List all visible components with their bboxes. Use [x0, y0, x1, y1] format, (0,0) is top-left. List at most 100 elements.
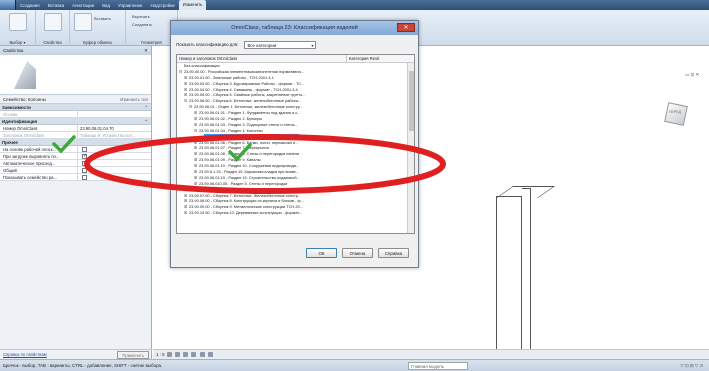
- tree-node-label: 23.90.06.01 - Отдел 1. Бетонные, железоб…: [194, 104, 303, 110]
- help-button[interactable]: Справка: [378, 248, 409, 258]
- view-scale[interactable]: 1 : 5: [156, 352, 165, 357]
- show-family-checkbox[interactable]: [82, 175, 87, 180]
- modify-tool-icon[interactable]: [9, 13, 27, 31]
- tree-node-label: 23.90.01.00 - Земляные работы . ТСН-2001…: [189, 74, 274, 80]
- column-front-face[interactable]: [496, 196, 522, 371]
- ribbon-group-label: Буфер обмена: [83, 40, 112, 45]
- tree-node-label: 23.90.04.00 - Сборник 4. Скважины - форм…: [189, 86, 298, 92]
- omniclass-tree[interactable]: Номер и заголовок OmniClass Категория Re…: [176, 54, 415, 234]
- chevron-down-icon: ▾: [311, 43, 314, 48]
- hide-isolate-icon[interactable]: [207, 352, 213, 358]
- tree-node-label: 23.90.06.01.02 - Раздел 2. Бункеры: [199, 116, 263, 122]
- shared-checkbox[interactable]: [82, 168, 87, 173]
- property-key: Автоматическое присоед...: [0, 160, 78, 166]
- close-icon[interactable]: ✕: [144, 46, 148, 55]
- properties-footer: Справка по свойствам Применить: [0, 349, 152, 359]
- tab-manage[interactable]: Управление: [114, 3, 146, 8]
- tree-node-label: 23.90.06.010.05 - Раздел 5. Стены и пере…: [199, 180, 288, 186]
- type-preview: [0, 55, 151, 95]
- property-row-work-plane: На основе рабочей плоск...: [0, 146, 151, 153]
- tree-node-label: 23.90.06.00 - Сборник 6. Бетонные, желез…: [189, 98, 302, 104]
- column-header-category[interactable]: Категория Revit: [347, 55, 414, 62]
- active-model-selector[interactable]: Главная модель: [408, 362, 468, 370]
- window-controls[interactable]: ▭ ⊡ ✕: [685, 72, 699, 78]
- category-dependencies[interactable]: Зависимости ⌃: [0, 104, 151, 111]
- dialog-title-text: OmniClass, таблица 23: Классификация изд…: [231, 25, 358, 31]
- tab-addins[interactable]: Надстройки: [146, 3, 178, 8]
- tab-create[interactable]: Создание: [16, 3, 44, 8]
- tab-modify[interactable]: Изменить: [178, 0, 207, 10]
- ribbon-tab-bar: Создание Вставка Аннотации Вид Управлени…: [0, 0, 709, 10]
- ribbon-group-select: Выбор ▾: [0, 10, 36, 46]
- omniclass-number-field[interactable]: 23.90.06.01.04.70: [78, 125, 151, 131]
- cancel-button[interactable]: Отмена: [342, 248, 373, 258]
- scrollbar-thumb[interactable]: [409, 71, 414, 131]
- tree-node[interactable]: ⊞ 23.90.10.00 - Сборник 10. Деревянные ко…: [177, 210, 402, 216]
- omniclass-title-field: Таблица 9. Устройство кол...: [80, 133, 136, 138]
- family-selector[interactable]: Семейство: Колонны Изменить тип: [0, 95, 151, 104]
- shadows-icon[interactable]: [191, 352, 197, 358]
- tree-node-label: 23.90.06.01.07 - Раздел 7. Перекрытия: [199, 145, 269, 151]
- tree-node-label: 23.90.09.00 - Сборник 9. Металлические к…: [189, 204, 304, 210]
- tree-node-label: 23.90.06.01.06 - Раздел 6. Балки, погон,…: [199, 139, 299, 145]
- column-header-number[interactable]: Номер и заголовок OmniClass: [177, 55, 347, 62]
- property-row-omniclass-title: Заголовок OmniClass Таблица 9. Устройство…: [0, 132, 151, 139]
- apply-button[interactable]: Применить: [117, 351, 149, 359]
- omniclass-dialog: OmniClass, таблица 23: Классификация изд…: [170, 20, 419, 268]
- tree-node-label: 23.90.6.1.15 - Раздел 15. Каркасная клад…: [199, 169, 299, 175]
- property-row-auto-cut: Автоматическое присоед...: [0, 160, 151, 167]
- properties-help-link[interactable]: Справка по свойствам: [3, 352, 47, 357]
- close-icon[interactable]: ✕: [397, 23, 415, 32]
- tree-node-label: Без классификации: [184, 63, 220, 68]
- sun-path-icon[interactable]: [183, 352, 189, 358]
- properties-palette: Свойства ✕ Семейство: Колонны Изменить т…: [0, 46, 152, 359]
- view-control-bar: 1 : 5: [153, 349, 709, 359]
- detail-level-icon[interactable]: [166, 352, 172, 358]
- edit-type-button[interactable]: Изменить тип: [120, 95, 148, 104]
- property-key: При загрузке выровнять по...: [0, 153, 78, 159]
- tab-view[interactable]: Вид: [98, 3, 114, 8]
- properties-icon[interactable]: [44, 13, 62, 31]
- filter-row: Показать классификацию для: Все категори…: [176, 41, 317, 49]
- work-plane-checkbox[interactable]: [82, 147, 87, 152]
- property-row-omniclass-number: Номер OmniClass 23.90.06.01.04.70: [0, 125, 151, 132]
- tree-node-label: 23.90.06.01.04 - Раздел 4. Колонны: [199, 127, 263, 133]
- vertical-checkbox[interactable]: [82, 153, 87, 159]
- viewcube-icon[interactable]: [664, 102, 688, 126]
- category-label: Прочее: [2, 140, 18, 145]
- paste-label[interactable]: Вставить: [94, 16, 111, 21]
- filter-value: Все категории: [247, 43, 277, 48]
- tree-node-label: 23.90.10.00 - Сборник 10. Деревянные кон…: [189, 210, 303, 216]
- property-row-shared: Общий: [0, 167, 151, 174]
- status-bar: Щелчок - выбор, TAB - варианты, CTRL - д…: [0, 359, 709, 371]
- family-selector-label: Семейство: Колонны: [3, 97, 46, 102]
- category-label: Идентификация: [2, 119, 38, 124]
- ribbon-group-properties: Свойства: [36, 10, 70, 46]
- column-side-face[interactable]: [522, 188, 531, 371]
- crop-view-icon[interactable]: [199, 352, 205, 358]
- visual-style-icon[interactable]: [175, 352, 181, 358]
- tree-node-label: 23.90.06.01.03 - Раздел 3. Подпорные сте…: [199, 121, 298, 127]
- column-thumbnail-icon: [14, 61, 36, 89]
- paste-icon[interactable]: [74, 13, 92, 31]
- properties-title: Свойства ✕: [0, 46, 151, 55]
- join-button[interactable]: Соединить: [132, 22, 152, 27]
- category-other[interactable]: Прочее ⌃: [0, 139, 151, 146]
- status-filter-icons[interactable]: ▽ ⊡ ⊟ ▽ :0: [680, 360, 703, 371]
- tab-annotate[interactable]: Аннотации: [68, 3, 98, 8]
- tree-node-label: 23.90.06.01.10 - Раздел 10. Сооружения в…: [199, 163, 300, 169]
- tree-node-label: 23.90.06.01.19 - Раздел 19. Строительств…: [199, 174, 300, 180]
- application-menu-button[interactable]: [0, 0, 16, 10]
- property-row-basis: Основа: [0, 111, 151, 118]
- cut-button[interactable]: Вырезать: [132, 14, 150, 19]
- properties-title-text: Свойства: [3, 48, 24, 53]
- tab-insert[interactable]: Вставка: [44, 3, 68, 8]
- ribbon-group-label[interactable]: Выбор ▾: [0, 40, 35, 45]
- tree-scrollbar[interactable]: [407, 63, 414, 233]
- category-identification[interactable]: Идентификация ⌃: [0, 118, 151, 125]
- ok-button[interactable]: ОК: [306, 248, 337, 258]
- auto-cut-checkbox[interactable]: [82, 160, 87, 166]
- property-value: [78, 111, 151, 117]
- category-filter-select[interactable]: Все категории ▾: [244, 41, 317, 49]
- property-key: На основе рабочей плоск...: [0, 146, 78, 152]
